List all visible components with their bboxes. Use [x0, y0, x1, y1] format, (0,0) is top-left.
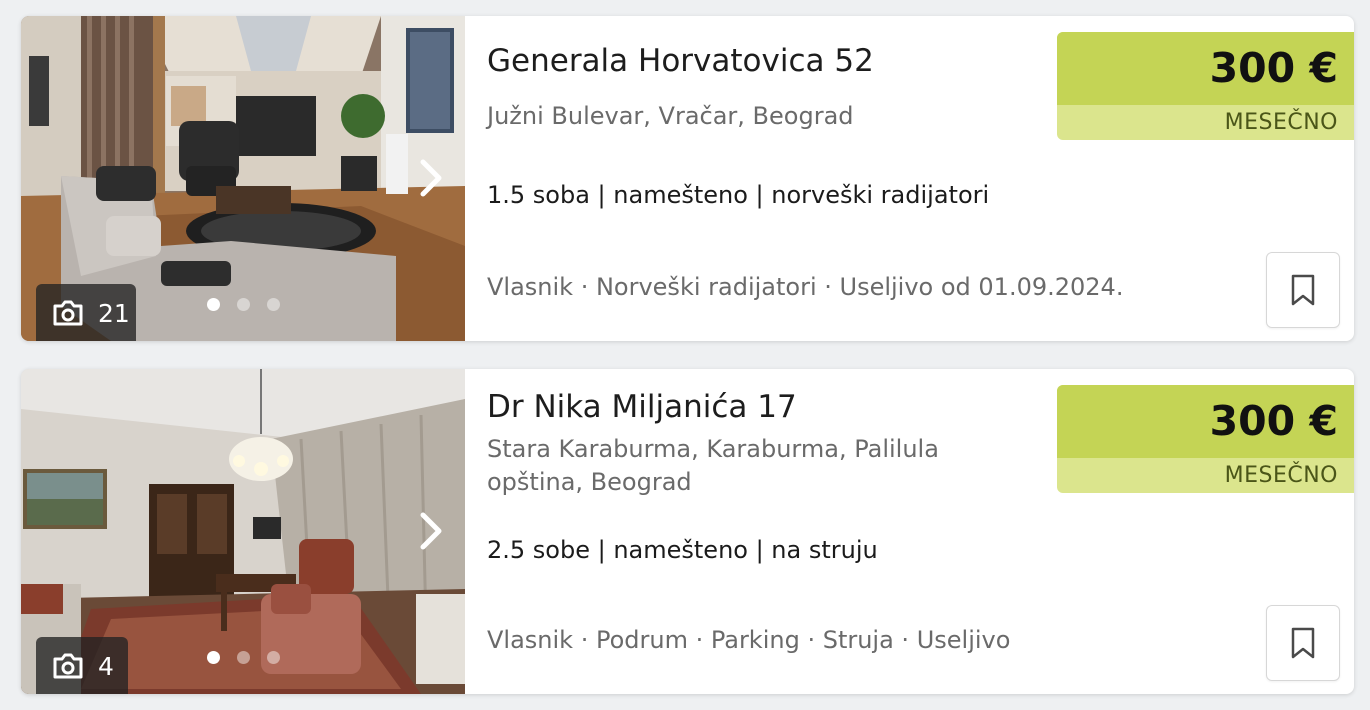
chevron-right-icon: [420, 159, 442, 197]
listing-title[interactable]: Generala Horvatovica 52: [487, 43, 874, 79]
photo-count-badge[interactable]: 4: [36, 637, 128, 694]
listing-meta: Vlasnik · Norveški radijatori · Useljivo…: [487, 273, 1124, 301]
listing-card[interactable]: 4 Dr Nika Miljanića 17 Stara Karaburma, …: [21, 369, 1354, 694]
photo-pagination: [207, 298, 280, 311]
listing-location: Stara Karaburma, Karaburma, Palilula opš…: [487, 435, 939, 496]
price-value: 300 €: [1057, 385, 1354, 458]
listing-card[interactable]: 21 Generala Horvatovica 52 Južni Bulevar…: [21, 16, 1354, 341]
price-value: 300 €: [1057, 32, 1354, 105]
next-photo-button[interactable]: [409, 509, 453, 553]
listing-photo[interactable]: 4: [21, 369, 465, 694]
save-listing-button[interactable]: [1266, 252, 1340, 328]
chevron-right-icon: [420, 512, 442, 550]
listing-meta: Vlasnik · Podrum · Parking · Struja · Us…: [487, 626, 1011, 654]
photo-count: 4: [98, 651, 114, 681]
save-listing-button[interactable]: [1266, 605, 1340, 681]
pagination-dot[interactable]: [207, 298, 220, 311]
listing-photo[interactable]: 21: [21, 16, 465, 341]
pagination-dot[interactable]: [237, 651, 250, 664]
pagination-dot[interactable]: [267, 298, 280, 311]
listing-features: 2.5 sobe | namešteno | na struju: [487, 536, 878, 564]
listing-location: Južni Bulevar, Vračar, Beograd: [487, 102, 854, 130]
next-photo-button[interactable]: [409, 156, 453, 200]
pagination-dot[interactable]: [207, 651, 220, 664]
photo-count-badge[interactable]: 21: [36, 284, 136, 341]
photo-count: 21: [98, 298, 130, 328]
pagination-dot[interactable]: [267, 651, 280, 664]
price-box: 300 € MESEČNO: [1057, 32, 1354, 140]
price-period: MESEČNO: [1224, 110, 1338, 135]
price-period: MESEČNO: [1224, 463, 1338, 488]
pagination-dot[interactable]: [237, 298, 250, 311]
bookmark-icon: [1291, 627, 1315, 659]
listing-features: 1.5 soba | namešteno | norveški radijato…: [487, 181, 990, 209]
price-box: 300 € MESEČNO: [1057, 385, 1354, 493]
photo-pagination: [207, 651, 280, 664]
listing-title[interactable]: Dr Nika Miljanića 17: [487, 389, 797, 425]
bookmark-icon: [1291, 274, 1315, 306]
camera-icon: [53, 300, 83, 326]
camera-icon: [53, 653, 83, 679]
